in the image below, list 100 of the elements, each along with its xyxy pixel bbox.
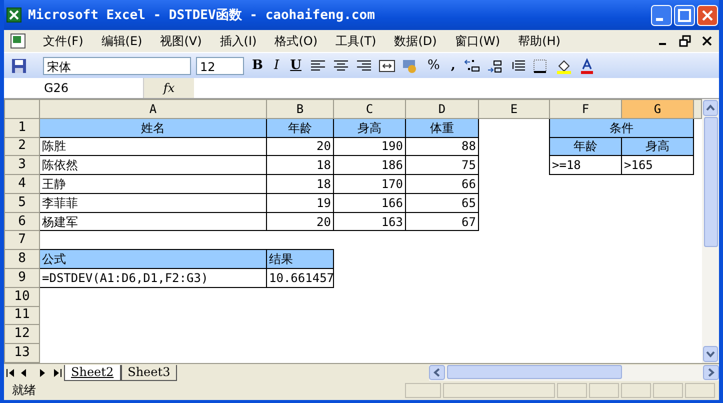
row-header[interactable]: 12 [4, 324, 40, 344]
table-cell: 163 [334, 212, 406, 231]
merge-center-icon[interactable] [378, 58, 396, 74]
table-cell: 65 [406, 193, 478, 212]
column-header[interactable]: A [40, 100, 266, 118]
table-cell: 身高 [334, 118, 406, 138]
scroll-left-icon[interactable] [429, 364, 445, 380]
menu-item[interactable]: 文件(F) [34, 32, 92, 50]
menu-item[interactable]: 窗口(W) [446, 32, 510, 50]
table-cell: 88 [406, 137, 478, 156]
status-panel [653, 383, 683, 398]
function-button[interactable]: fx [144, 78, 194, 98]
row-header[interactable]: 10 [4, 287, 40, 306]
restore-icon[interactable] [679, 35, 691, 47]
vertical-scrollbar[interactable] [702, 99, 719, 363]
table-cell: 李菲菲 [40, 193, 266, 212]
menu-item[interactable]: 数据(D) [385, 32, 446, 50]
table-cell: 姓名 [40, 118, 266, 138]
table-cell: 杨建军 [40, 212, 266, 231]
column-header[interactable]: E [478, 100, 550, 118]
table-cell: 身高 [622, 137, 694, 156]
table-cell: >=18 [550, 156, 622, 175]
font-size-dropdown[interactable]: 12 [196, 56, 244, 74]
scroll-right-icon[interactable] [703, 364, 719, 380]
table-cell: 年龄 [266, 118, 334, 138]
sheet-navigation-icon[interactable] [4, 366, 64, 378]
table-cell: 王静 [40, 174, 266, 194]
row-header[interactable]: 3 [4, 156, 40, 175]
table-cell: 条件 [550, 118, 694, 138]
column-header[interactable]: F [550, 100, 622, 118]
save-icon[interactable] [10, 56, 28, 74]
decrease-decimal-icon[interactable] [486, 58, 504, 74]
row-header[interactable]: 4 [4, 174, 40, 194]
align-center-icon[interactable] [332, 58, 350, 74]
status-panel [685, 383, 715, 398]
table-cell: 20 [266, 137, 334, 156]
table-cell: 66 [406, 174, 478, 194]
table-cell: 190 [334, 137, 406, 156]
font-dropdown[interactable]: 宋体 [43, 56, 191, 74]
table-cell: 公式 [40, 250, 266, 269]
table-cell: 75 [406, 156, 478, 175]
menu-item[interactable]: 帮助(H) [509, 32, 570, 50]
status-panel [405, 383, 441, 398]
column-header[interactable]: C [334, 100, 406, 118]
row-header[interactable]: 1 [4, 118, 40, 138]
row-header[interactable]: 2 [4, 137, 40, 156]
status-panel [557, 383, 587, 398]
menu-item[interactable]: 插入(I) [210, 32, 266, 50]
horizontal-scrollbar[interactable] [429, 364, 719, 380]
toolbar-button[interactable]: % [424, 58, 443, 73]
window-title: Microsoft Excel - DSTDEV函数 - caohaifeng.com [28, 7, 375, 24]
workbook-icon[interactable] [8, 32, 28, 50]
column-header[interactable]: B [266, 100, 334, 118]
table-cell: 67 [406, 212, 478, 231]
column-header[interactable]: D [406, 100, 478, 118]
row-header[interactable]: 13 [4, 344, 40, 362]
sheet-tab[interactable]: Sheet3 [120, 364, 178, 380]
table-cell: 20 [266, 212, 334, 231]
table-cell: 陈胜 [40, 137, 266, 156]
table-cell: 186 [334, 156, 406, 175]
menu-item[interactable]: 视图(V) [151, 32, 211, 50]
row-header[interactable]: 11 [4, 306, 40, 325]
toolbar-button[interactable]: , [448, 58, 458, 73]
menu-item[interactable]: 工具(T) [326, 32, 386, 50]
increase-decimal-icon[interactable] [463, 58, 482, 74]
align-right-icon[interactable] [355, 58, 374, 74]
menu-item[interactable]: 格式(O) [266, 32, 327, 50]
table-cell: 170 [334, 174, 406, 194]
table-cell: 体重 [406, 118, 478, 138]
column-header[interactable]: G [622, 100, 694, 118]
status-panel [589, 383, 619, 398]
table-cell: 18 [266, 174, 334, 194]
scroll-thumb[interactable] [447, 364, 622, 378]
table-cell: 18 [266, 156, 334, 175]
table-cell: 陈依然 [40, 156, 266, 175]
table-cell: >165 [622, 156, 694, 175]
table-cell: 结果 [266, 250, 334, 269]
table-cell: 年龄 [550, 137, 622, 156]
close-icon[interactable] [701, 35, 713, 47]
row-header[interactable]: 8 [4, 250, 40, 269]
row-header[interactable]: 9 [4, 268, 40, 288]
scroll-up-icon[interactable] [703, 100, 718, 116]
toolbar-button[interactable]: I [271, 58, 282, 73]
sheet-tab[interactable]: Sheet2 [64, 364, 121, 380]
scroll-thumb[interactable] [704, 117, 718, 247]
excel-icon [6, 7, 22, 23]
row-header[interactable]: 6 [4, 212, 40, 231]
scroll-down-icon[interactable] [703, 346, 718, 362]
table-cell: 166 [334, 193, 406, 212]
align-left-icon[interactable] [309, 58, 328, 74]
status-text: 就绪 [12, 382, 36, 399]
menu-item[interactable]: 编辑(E) [92, 32, 152, 50]
table-cell: 19 [266, 193, 334, 212]
maximize-icon[interactable] [674, 4, 695, 26]
row-header[interactable]: 7 [4, 230, 40, 250]
table-cell: =DSTDEV(A1:D6,D1,F2:G3) [40, 268, 266, 288]
toolbar-button[interactable]: B [249, 58, 266, 73]
row-header[interactable]: 5 [4, 193, 40, 212]
toolbar-button[interactable]: U [287, 58, 304, 73]
fill-bucket-icon[interactable] [555, 58, 574, 74]
